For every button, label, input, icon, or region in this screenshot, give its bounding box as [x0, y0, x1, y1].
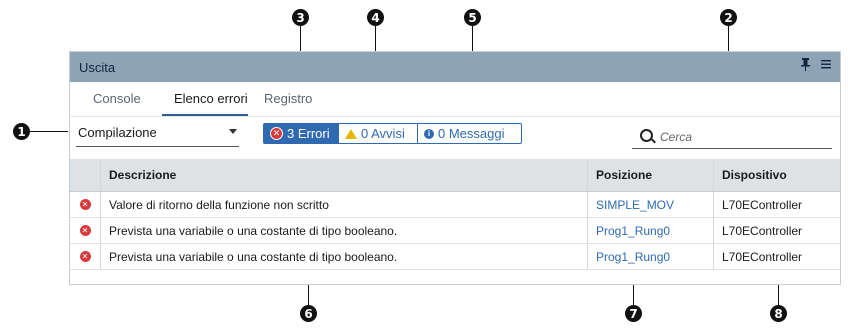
search-icon — [640, 129, 653, 142]
info-icon: i — [424, 128, 434, 139]
callout-marker: 7 — [625, 305, 642, 322]
column-header-description[interactable]: Descrizione — [100, 159, 587, 191]
error-icon: ✕ — [270, 127, 283, 140]
tab-console[interactable]: Console — [93, 91, 141, 106]
warning-icon — [345, 128, 357, 139]
search-input[interactable] — [658, 127, 832, 147]
panel-title: Uscita — [79, 60, 116, 75]
description-cell: Prevista una variabile o una costante di… — [100, 244, 587, 269]
callout-marker: 3 — [292, 9, 309, 26]
row-status-cell: ✕ — [70, 192, 100, 217]
callout-marker: 4 — [367, 9, 384, 26]
menu-icon[interactable] — [821, 58, 832, 73]
row-status-cell: ✕ — [70, 218, 100, 243]
position-link[interactable]: Prog1_Rung0 — [587, 244, 713, 269]
position-link[interactable]: SIMPLE_MOV — [587, 192, 713, 217]
column-header-position[interactable]: Posizione — [587, 159, 713, 191]
chevron-down-icon — [229, 129, 237, 134]
tab-error-list[interactable]: Elenco errori — [174, 91, 248, 106]
callout-marker: 6 — [300, 305, 317, 322]
row-status-cell: ✕ — [70, 244, 100, 269]
warnings-filter-button[interactable]: 0 Avvisi — [339, 123, 418, 144]
active-tab-indicator — [162, 114, 248, 116]
compile-dropdown[interactable]: Compilazione — [76, 125, 239, 147]
messages-filter-button[interactable]: i 0 Messaggi — [418, 123, 522, 144]
warnings-filter-label: 0 Avvisi — [361, 126, 405, 141]
device-cell: L70EController — [713, 244, 840, 269]
position-link[interactable]: Prog1_Rung0 — [587, 218, 713, 243]
table-header-row: Descrizione Posizione Dispositivo — [70, 159, 840, 192]
device-cell: L70EController — [713, 218, 840, 243]
pin-icon[interactable] — [800, 58, 811, 74]
errors-filter-button[interactable]: ✕ 3 Errori — [263, 123, 339, 144]
tab-bar: Console Elenco errori Registro — [70, 82, 840, 117]
table-row[interactable]: ✕ Prevista una variabile o una costante … — [70, 244, 840, 270]
error-icon: ✕ — [79, 225, 91, 236]
callout-marker: 5 — [464, 9, 481, 26]
messages-filter-label: 0 Messaggi — [438, 126, 505, 141]
callout-marker: 2 — [720, 9, 737, 26]
table-row[interactable]: ✕ Valore di ritorno della funzione non s… — [70, 192, 840, 218]
error-icon: ✕ — [79, 251, 91, 262]
tab-log[interactable]: Registro — [264, 91, 312, 106]
description-cell: Valore di ritorno della funzione non scr… — [100, 192, 587, 217]
panel-titlebar: Uscita — [70, 52, 840, 82]
status-column-header — [70, 159, 100, 191]
device-cell: L70EController — [713, 192, 840, 217]
search-field[interactable] — [632, 126, 832, 149]
callout-line — [30, 131, 68, 132]
callout-marker: 1 — [13, 123, 30, 140]
description-cell: Prevista una variabile o una costante di… — [100, 218, 587, 243]
column-header-device[interactable]: Dispositivo — [713, 159, 840, 191]
errors-filter-label: 3 Errori — [287, 126, 330, 141]
callout-marker: 8 — [770, 305, 787, 322]
output-panel: Uscita Console Elenco errori Registro Co… — [69, 51, 841, 285]
compile-dropdown-value: Compilazione — [78, 125, 157, 140]
error-icon: ✕ — [79, 199, 91, 210]
table-row[interactable]: ✕ Prevista una variabile o una costante … — [70, 218, 840, 244]
